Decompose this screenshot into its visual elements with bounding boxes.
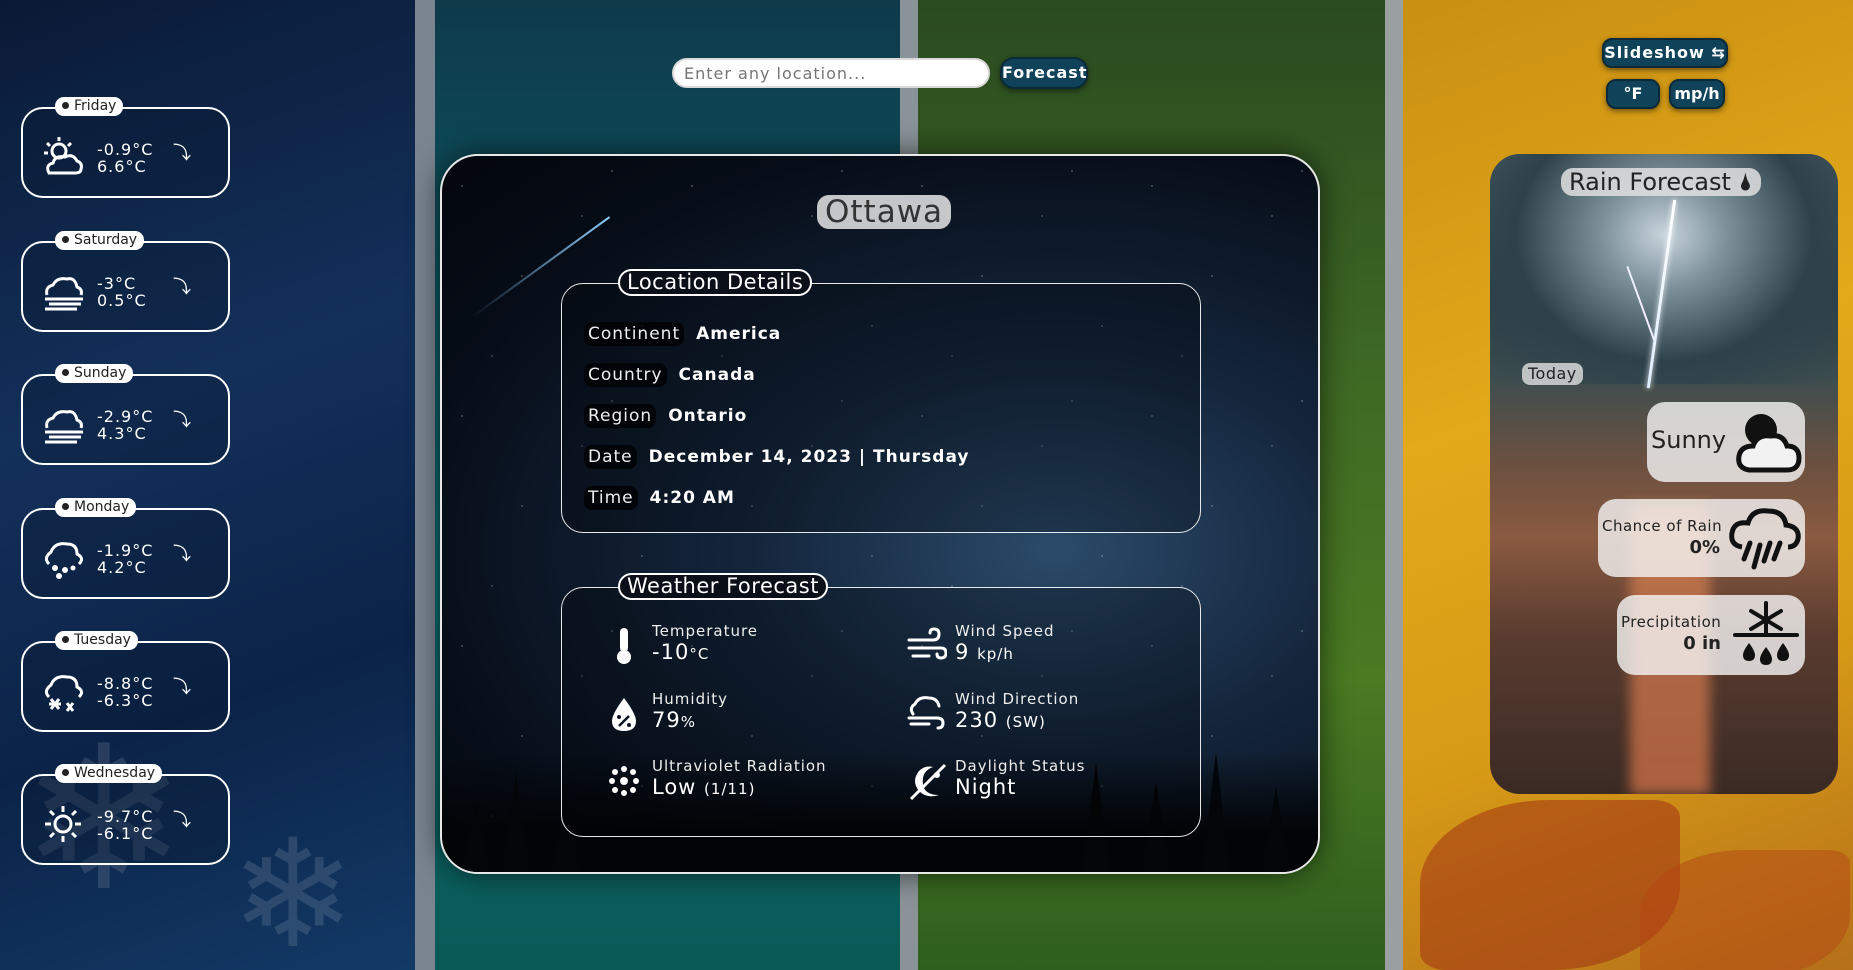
precipitation-label: Precipitation <box>1621 613 1722 631</box>
mph-toggle-button[interactable]: mp/h <box>1669 79 1725 109</box>
search-input[interactable] <box>672 58 990 88</box>
sun-icon <box>45 806 81 842</box>
trend-arrow-icon: ⤵ <box>173 143 191 164</box>
cloud-snow-icon <box>44 675 84 712</box>
daylight-item: Daylight Status Night <box>907 757 1177 809</box>
fog-icon <box>45 410 83 444</box>
location-details-title: Location Details <box>618 269 813 296</box>
weather-forecast-title: Weather Forecast <box>618 573 828 600</box>
day-card-friday[interactable]: Friday -0.9°C 6.6°C ⤵ <box>21 97 230 198</box>
trend-arrow-icon: ⤵ <box>173 277 191 298</box>
weather-forecast-box: Weather Forecast Temperature -10°C Wind … <box>561 573 1201 837</box>
wind-icon <box>907 627 947 660</box>
humidity-item: Humidity 79% <box>604 690 874 742</box>
chance-of-rain-value: 0% <box>1689 537 1720 558</box>
trend-arrow-icon: ⤵ <box>173 810 191 831</box>
fahrenheit-toggle-button[interactable]: °F <box>1606 79 1660 109</box>
location-row-date: Date December 14, 2023 | Thursday <box>584 445 970 469</box>
day-temps: -8.8°C -6.3°C <box>97 674 154 710</box>
day-temps: -0.9°C 6.6°C <box>97 140 154 176</box>
slideshow-button[interactable]: Slideshow ⇆ <box>1602 38 1728 68</box>
humidity-drop-icon <box>612 698 636 731</box>
condition-card: Sunny <box>1647 402 1805 482</box>
day-card-tuesday[interactable]: Tuesday -8.8°C -6.3°C ⤵ <box>21 631 230 732</box>
leaf-decoration <box>1640 850 1850 970</box>
snowflake-decoration-icon: ❄ <box>230 808 356 970</box>
cloud-drizzle-icon <box>44 542 84 579</box>
today-label: Today <box>1522 363 1583 385</box>
condition-text: Sunny <box>1651 426 1727 454</box>
current-weather-panel: Ottawa Location Details Continent America… <box>440 154 1320 874</box>
precipitation-card: Precipitation 0 in <box>1617 595 1805 675</box>
chance-of-rain-card: Chance of Rain 0% <box>1598 499 1805 577</box>
chance-of-rain-label: Chance of Rain <box>1602 517 1723 535</box>
day-label: Friday <box>55 97 124 116</box>
cloud-rain-icon <box>1729 508 1801 570</box>
day-temps: -9.7°C -6.1°C <box>97 807 154 843</box>
wind-direction-item: Wind Direction 230 (SW) <box>907 690 1177 742</box>
snow-rain-icon <box>1733 601 1799 665</box>
wind-cloud-icon <box>907 696 945 730</box>
day-card-monday[interactable]: Monday -1.9°C 4.2°C ⤵ <box>21 498 230 599</box>
day-label: Saturday <box>55 231 145 250</box>
location-row-country: Country Canada <box>584 363 756 387</box>
day-temps: -3°C 0.5°C <box>97 274 147 310</box>
day-card-wednesday[interactable]: Wednesday -9.7°C -6.1°C ⤵ <box>21 764 230 865</box>
fog-icon <box>45 277 83 311</box>
day-card-saturday[interactable]: Saturday -3°C 0.5°C ⤵ <box>21 231 230 332</box>
day-label: Wednesday <box>55 764 163 783</box>
sun-cloud-icon <box>44 137 83 175</box>
uv-item: Ultraviolet Radiation Low (1/11) <box>604 757 874 809</box>
day-label: Sunday <box>55 364 134 383</box>
day-temps: -1.9°C 4.2°C <box>97 541 154 577</box>
location-details-box: Location Details Continent America Countr… <box>561 269 1201 533</box>
forecast-button[interactable]: Forecast <box>1000 57 1088 89</box>
trend-arrow-icon: ⤵ <box>173 677 191 698</box>
day-label: Monday <box>55 498 137 517</box>
thermometer-icon <box>617 628 631 664</box>
day-card-sunday[interactable]: Sunday -2.9°C 4.3°C ⤵ <box>21 364 230 465</box>
location-row-region: Region Ontario <box>584 404 747 428</box>
day-temps: -2.9°C 4.3°C <box>97 407 154 443</box>
trend-arrow-icon: ⤵ <box>173 410 191 431</box>
background-divider <box>415 0 435 970</box>
wind-speed-item: Wind Speed 9 kp/h <box>907 622 1177 674</box>
day-night-icon <box>909 763 947 801</box>
location-row-continent: Continent America <box>584 322 781 346</box>
temperature-item: Temperature -10°C <box>604 622 874 674</box>
background-divider <box>1385 0 1403 970</box>
location-row-time: Time 4:20 AM <box>584 486 735 510</box>
uv-dots-icon <box>609 766 639 796</box>
precipitation-value: 0 in <box>1683 633 1721 654</box>
rain-forecast-panel: Rain Forecast 🌢 Today Sunny Chance of Ra… <box>1490 154 1838 794</box>
rain-forecast-title: Rain Forecast 🌢 <box>1561 168 1761 196</box>
day-label: Tuesday <box>55 631 138 650</box>
trend-arrow-icon: ⤵ <box>173 544 191 565</box>
city-name: Ottawa <box>817 195 952 229</box>
cloud-sun-icon <box>1736 414 1802 473</box>
